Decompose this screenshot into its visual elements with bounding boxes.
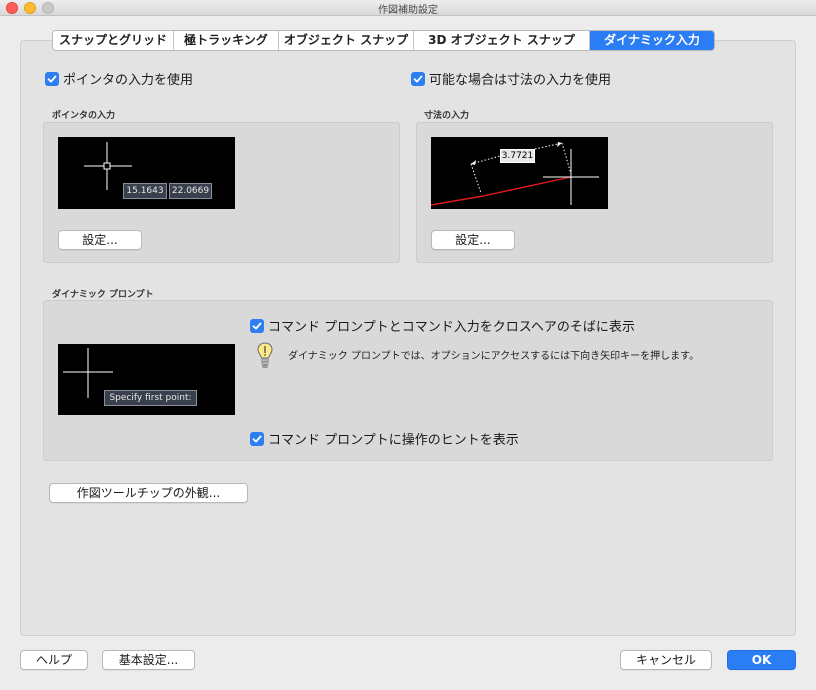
dynamic-prompt-group-title: ダイナミック プロンプト xyxy=(52,290,154,300)
tab-object-snap[interactable]: オブジェクト スナップ xyxy=(279,31,414,50)
tab-snap-grid[interactable]: スナップとグリッド xyxy=(53,31,174,50)
window-title: 作図補助設定 xyxy=(378,5,438,16)
show-near-crosshair-checkbox[interactable]: コマンド プロンプトとコマンド入力をクロスヘアのそばに表示 xyxy=(250,316,635,335)
tab-3d-object-snap[interactable]: 3D オブジェクト スナップ xyxy=(414,31,590,50)
tooltip-appearance-button[interactable]: 作図ツールチップの外観... xyxy=(49,483,248,503)
ok-button[interactable]: OK xyxy=(727,650,796,670)
tab-bar: スナップとグリッド 極トラッキング オブジェクト スナップ 3D オブジェクト … xyxy=(52,30,715,51)
checkbox-checked-icon xyxy=(250,431,264,446)
pointer-x-tooltip: 15.1643 xyxy=(123,183,167,199)
dimension-input-group-title: 寸法の入力 xyxy=(424,111,470,121)
help-button[interactable]: ヘルプ xyxy=(20,650,88,670)
lightbulb-icon xyxy=(257,342,273,368)
checkbox-checked-icon xyxy=(411,71,425,86)
pointer-input-preview: 15.1643 22.0669 xyxy=(58,137,235,209)
dimension-input-label: 可能な場合は寸法の入力を使用 xyxy=(429,73,612,88)
dimension-value-field: 3.7721 xyxy=(500,149,535,163)
checkbox-checked-icon xyxy=(45,71,59,86)
cancel-button[interactable]: キャンセル xyxy=(620,650,712,670)
pointer-input-checkbox[interactable]: ポインタの入力を使用 xyxy=(45,69,193,88)
defaults-button[interactable]: 基本設定... xyxy=(102,650,195,670)
pointer-y-tooltip: 22.0669 xyxy=(169,183,212,199)
show-hints-label: コマンド プロンプトに操作のヒントを表示 xyxy=(268,433,519,448)
dimension-input-checkbox[interactable]: 可能な場合は寸法の入力を使用 xyxy=(411,69,611,88)
checkbox-checked-icon xyxy=(250,318,264,333)
pointer-input-group-title: ポインタの入力 xyxy=(52,111,116,121)
pointer-settings-button[interactable]: 設定... xyxy=(58,230,142,250)
prompt-preview-tooltip: Specify first point: xyxy=(104,390,197,406)
title-bar: 作図補助設定 xyxy=(0,0,816,16)
pointer-input-label: ポインタの入力を使用 xyxy=(63,73,194,88)
show-hints-checkbox[interactable]: コマンド プロンプトに操作のヒントを表示 xyxy=(250,429,519,448)
dynamic-prompt-preview: Specify first point: xyxy=(58,344,235,415)
dimension-input-preview: 3.7721 xyxy=(431,137,608,209)
dynamic-prompt-tip: ダイナミック プロンプトでは、オプションにアクセスするには下向き矢印キーを押しま… xyxy=(288,351,700,362)
dimension-preview-graphic xyxy=(431,142,599,206)
show-near-crosshair-label: コマンド プロンプトとコマンド入力をクロスヘアのそばに表示 xyxy=(268,320,635,335)
dimension-settings-button[interactable]: 設定... xyxy=(431,230,515,250)
tab-polar-tracking[interactable]: 極トラッキング xyxy=(174,31,279,50)
tab-dynamic-input[interactable]: ダイナミック入力 xyxy=(590,31,714,50)
